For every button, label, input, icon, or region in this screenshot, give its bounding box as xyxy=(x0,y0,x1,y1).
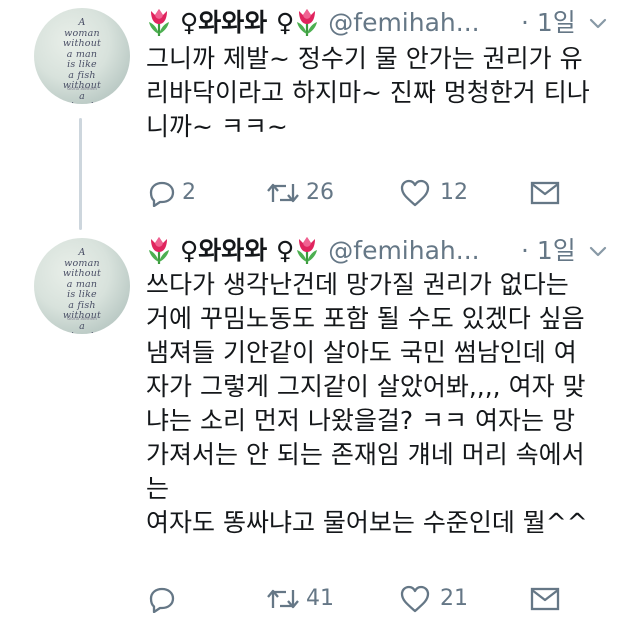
user-handle[interactable]: @femihah... xyxy=(328,236,479,265)
tweet-actions: 41 21 xyxy=(146,582,626,616)
reply-button[interactable] xyxy=(146,582,226,616)
retweet-button[interactable]: 26 xyxy=(266,176,356,210)
reply-icon xyxy=(148,585,176,613)
retweet-count: 26 xyxy=(306,180,334,205)
reply-count: 2 xyxy=(182,180,196,205)
retweet-count: 41 xyxy=(306,586,334,611)
envelope-icon xyxy=(530,181,560,205)
timestamp[interactable]: · 1일 xyxy=(521,6,576,40)
direct-message-button[interactable] xyxy=(530,582,570,616)
tulip-icon xyxy=(294,235,320,265)
retweet-icon xyxy=(266,585,300,613)
chevron-down-icon[interactable] xyxy=(586,11,610,35)
display-name[interactable]: ♀와와와 ♀ xyxy=(180,236,294,265)
tweet-text: 쓰다가 생각난건데 망가질 권리가 없다는 거에 꾸밈노동도 포함 될 수도 있… xyxy=(146,270,588,537)
tweet-header: ♀와와와 ♀ @femihah... · 1일 xyxy=(146,6,616,40)
envelope-icon xyxy=(530,587,560,611)
avatar[interactable]: A woman without a man is like a fish wit… xyxy=(34,8,130,104)
direct-message-button[interactable] xyxy=(530,176,570,210)
tulip-icon xyxy=(146,7,172,37)
like-count: 12 xyxy=(440,180,468,205)
chevron-down-icon[interactable] xyxy=(586,239,610,263)
heart-icon xyxy=(400,585,430,613)
reply-button[interactable]: 2 xyxy=(146,176,226,210)
reply-icon xyxy=(148,179,176,207)
heart-icon xyxy=(400,179,430,207)
thread-line xyxy=(79,118,82,230)
avatar[interactable]: A woman without a man is like a fish wit… xyxy=(34,238,130,334)
tweet-1[interactable]: A woman without a man is like a fish wit… xyxy=(0,0,640,230)
avatar-quote: A woman without a man is like a fish wit… xyxy=(62,247,102,334)
like-button[interactable]: 12 xyxy=(400,176,490,210)
avatar-signature: Gloria Steinem xyxy=(67,86,97,91)
tulip-icon xyxy=(294,7,320,37)
tulip-icon xyxy=(146,235,172,265)
display-name[interactable]: ♀와와와 ♀ xyxy=(180,8,294,37)
like-button[interactable]: 21 xyxy=(400,582,490,616)
tweet-header: ♀와와와 ♀ @femihah... · 1일 xyxy=(146,234,616,268)
tweet-2[interactable]: A woman without a man is like a fish wit… xyxy=(0,230,640,627)
like-count: 21 xyxy=(440,586,468,611)
avatar-signature: Gloria Steinem xyxy=(67,316,97,321)
tweet-text: 그니까 제발~ 정수기 물 안가는 권리가 유 리바닥이라고 하지마~ 진짜 멍… xyxy=(146,44,590,141)
retweet-button[interactable]: 41 xyxy=(266,582,356,616)
tweet-actions: 2 26 12 xyxy=(146,176,626,210)
user-handle[interactable]: @femihah... xyxy=(328,8,479,37)
timestamp[interactable]: · 1일 xyxy=(521,234,576,268)
avatar-quote: A woman without a man is like a fish wit… xyxy=(62,17,102,104)
retweet-icon xyxy=(266,179,300,207)
